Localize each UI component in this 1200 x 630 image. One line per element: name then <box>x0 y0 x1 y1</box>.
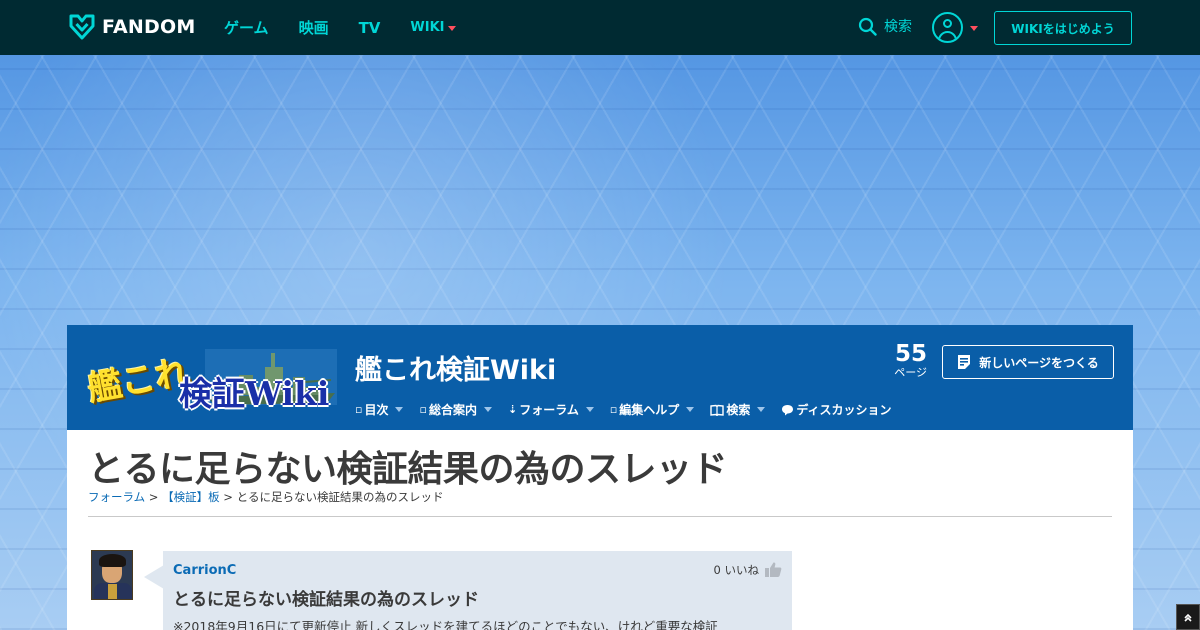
page-count-number: 55 <box>894 341 927 367</box>
link-icon: ▫ <box>355 403 363 416</box>
title-divider <box>88 516 1112 517</box>
chevron-down-icon <box>483 407 492 412</box>
nav-movies-label: 映画 <box>298 19 329 37</box>
post-like-count: 0 いいね <box>713 562 759 577</box>
post-bubble-tail <box>144 565 164 589</box>
chevron-down-icon <box>585 407 594 412</box>
breadcrumb-separator: > <box>145 490 163 504</box>
start-a-wiki-button[interactable]: WIKIをはじめよう <box>994 11 1132 45</box>
thumbs-up-icon[interactable] <box>764 561 782 578</box>
breadcrumb-board-link[interactable]: 【検証】板 <box>162 490 220 504</box>
wiki-nav-label: 検索 <box>726 403 751 417</box>
wiki-nav-label: 総合案内 <box>428 403 477 417</box>
post-likes: 0 いいね <box>714 561 782 578</box>
global-nav: ゲーム 映画 TV WIKI <box>224 0 456 55</box>
wiki-nav-guide[interactable]: ▫ 総合案内 <box>419 401 492 418</box>
post-author-avatar[interactable] <box>91 550 133 600</box>
wiki-nav-discussions[interactable]: ディスカッション <box>781 401 892 418</box>
forum-post: CarrionC 0 いいね とるに足らない検証結果の為のスレッド ※2018年… <box>163 551 792 630</box>
page-count-label: ページ <box>894 366 927 379</box>
wiki-name[interactable]: 艦これ検証Wiki <box>355 348 556 387</box>
nav-movies[interactable]: 映画 <box>299 17 329 38</box>
wiki-nav-forum[interactable]: ⇣ フォーラム <box>508 401 594 418</box>
post-title: とるに足らない検証結果の為のスレッド <box>173 590 479 610</box>
wordmark-text-2: 検証Wiki <box>179 374 330 413</box>
breadcrumb-separator: > <box>219 490 237 504</box>
wiki-nav-label: フォーラム <box>519 403 579 417</box>
nav-tv[interactable]: TV <box>359 19 381 37</box>
wiki-nav-label: 目次 <box>364 403 389 417</box>
search-icon <box>858 17 877 36</box>
wordmark-text-1: 艦これ <box>84 352 193 410</box>
chevron-down-icon <box>757 407 766 412</box>
post-body: ※2018年9月16日にて更新停止 新しくスレッドを建てるほどのことでもない、け… <box>173 619 718 630</box>
chevron-up-icon <box>1184 613 1192 622</box>
fandom-logo[interactable]: FANDOM <box>68 13 195 41</box>
search-label: 検索 <box>884 19 912 35</box>
add-new-page-label: 新しいページをつくる <box>979 355 1099 370</box>
wiki-wordmark-logo[interactable]: 艦これ 検証Wiki <box>84 343 337 413</box>
link-icon: ⇣ <box>507 403 518 416</box>
link-icon: ▫ <box>419 403 427 416</box>
nav-wiki-dropdown[interactable]: WIKI <box>410 20 456 35</box>
wiki-nav-contents[interactable]: ▫ 目次 <box>355 401 404 418</box>
scroll-to-top-button[interactable] <box>1176 604 1200 630</box>
article-content: とるに足らない検証結果の為のスレッド フォーラム > 【検証】板 > とるに足ら… <box>67 430 1133 630</box>
fandom-heart-icon <box>69 14 95 40</box>
wiki-nav-label: 編集ヘルプ <box>619 403 680 417</box>
breadcrumb-forum-link[interactable]: フォーラム <box>88 490 145 504</box>
new-page-icon <box>958 355 971 369</box>
nav-wiki-label: WIKI <box>410 20 445 35</box>
breadcrumb: フォーラム > 【検証】板 > とるに足らない検証結果の為のスレッド <box>88 489 444 505</box>
link-icon: ▫ <box>609 403 618 416</box>
wiki-nav-label: ディスカッション <box>796 403 892 417</box>
speech-bubble-icon <box>782 404 794 415</box>
fandom-global-navigation: FANDOM ゲーム 映画 TV WIKI 検索 WIKIをはじめよう <box>0 0 1200 55</box>
page-title: とるに足らない検証結果の為のスレッド <box>88 449 728 490</box>
community-header: 艦これ 検証Wiki 艦これ検証Wiki ▫ 目次 ▫ 総合案内 ⇣ フォーラム… <box>67 325 1133 430</box>
wiki-local-nav: ▫ 目次 ▫ 総合案内 ⇣ フォーラム ▫ 編集ヘルプ 検索 ディスカッション <box>355 401 892 418</box>
chevron-down-icon <box>686 407 695 412</box>
nav-games-label: ゲーム <box>224 19 269 37</box>
chevron-down-icon <box>395 407 404 412</box>
chevron-down-icon <box>447 26 456 31</box>
post-author-link[interactable]: CarrionC <box>173 563 236 578</box>
user-menu[interactable] <box>932 12 978 43</box>
chevron-down-icon <box>970 26 978 31</box>
book-icon <box>710 404 725 416</box>
page-counter: 55 ページ <box>887 341 927 379</box>
nav-tv-label: TV <box>358 18 381 37</box>
nav-games[interactable]: ゲーム <box>224 17 269 38</box>
add-new-page-button[interactable]: 新しいページをつくる <box>942 345 1114 379</box>
user-avatar-icon <box>932 12 963 43</box>
wiki-nav-search[interactable]: 検索 <box>710 401 766 418</box>
global-search[interactable]: 検索 <box>858 16 912 36</box>
wiki-nav-edit-help[interactable]: ▫ 編集ヘルプ <box>609 401 695 418</box>
fandom-wordmark: FANDOM <box>102 16 196 38</box>
breadcrumb-current: とるに足らない検証結果の為のスレッド <box>236 490 444 504</box>
